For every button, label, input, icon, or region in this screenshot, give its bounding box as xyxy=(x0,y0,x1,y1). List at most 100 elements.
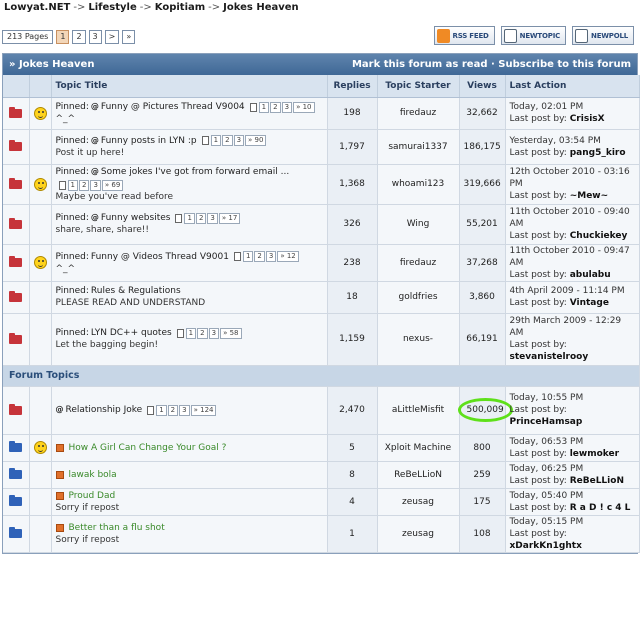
topic-link[interactable]: Funny websites xyxy=(101,212,171,224)
page-count[interactable]: 213 Pages xyxy=(2,30,54,44)
breadcrumb-kopitiam[interactable]: Kopitiam xyxy=(155,2,205,13)
topic-starter[interactable]: nexus- xyxy=(377,313,460,366)
last-action-date[interactable]: Today, 10:55 PM xyxy=(510,392,635,404)
replies-count[interactable]: 1,159 xyxy=(327,313,378,366)
mark-forum-read-link[interactable]: Mark this forum as read xyxy=(352,59,488,70)
last-action-date[interactable]: Today, 06:53 PM xyxy=(510,436,635,448)
topic-link[interactable]: Relationship Joke xyxy=(66,404,143,416)
col-views[interactable]: Views xyxy=(459,75,506,98)
last-action-date[interactable]: Today, 05:15 PM xyxy=(510,516,635,528)
last-action-date[interactable]: 29th March 2009 - 12:29 AM xyxy=(510,315,635,339)
last-poster-link[interactable]: pang5_kiro xyxy=(570,148,626,158)
topic-page-link[interactable]: 3 xyxy=(179,404,190,416)
topic-starter[interactable]: ReBeLLioN xyxy=(377,461,460,489)
replies-count[interactable]: 18 xyxy=(327,281,378,314)
last-action-date[interactable]: Yesterday, 03:54 PM xyxy=(510,135,635,147)
last-poster-link[interactable]: ~Mew~ xyxy=(570,191,608,201)
topic-page-link[interactable]: » 12 xyxy=(277,251,299,262)
last-poster-link[interactable]: R a D ! c 4 L xyxy=(570,503,631,513)
topic-page-link[interactable]: 1 xyxy=(156,404,167,416)
col-last-action[interactable]: Last Action xyxy=(505,75,640,98)
topic-page-link[interactable]: 3 xyxy=(265,251,277,262)
col-replies[interactable]: Replies xyxy=(327,75,378,98)
page-3-link[interactable]: 3 xyxy=(88,30,102,44)
topic-link[interactable]: Rules & Regulations xyxy=(91,285,181,297)
replies-count[interactable]: 5 xyxy=(327,434,378,462)
last-action-date[interactable]: 11th October 2010 - 09:47 AM xyxy=(510,245,635,269)
topic-link[interactable]: Better than a flu shot xyxy=(69,522,165,534)
replies-count[interactable]: 8 xyxy=(327,461,378,489)
replies-count[interactable]: 1 xyxy=(327,515,378,553)
topic-starter[interactable]: firedauz xyxy=(377,97,460,130)
topic-link[interactable]: Proud Dad xyxy=(69,490,116,502)
last-action-date[interactable]: Today, 06:25 PM xyxy=(510,463,635,475)
last-poster-link[interactable]: lewmoker xyxy=(570,449,619,459)
rss-feed-button[interactable]: RSS FEED xyxy=(433,26,495,45)
last-poster-link[interactable]: CrisisX xyxy=(570,114,605,124)
topic-page-link[interactable]: » 17 xyxy=(218,212,241,224)
topic-link[interactable]: Funny @ Pictures Thread V9004 xyxy=(101,101,245,113)
new-topic-button[interactable]: NEWTOPIC xyxy=(500,26,567,45)
replies-count[interactable]: 4 xyxy=(327,488,378,516)
topic-page-link[interactable]: 3 xyxy=(90,179,101,191)
last-poster-link[interactable]: ReBeLLioN xyxy=(570,476,624,486)
topic-page-link[interactable]: » 10 xyxy=(293,101,315,113)
replies-count[interactable]: 238 xyxy=(327,244,378,282)
last-poster-link[interactable]: Chuckiekey xyxy=(570,231,628,241)
topic-link[interactable]: Funny posts in LYN :p xyxy=(101,135,197,147)
last-poster-link[interactable]: Vintage xyxy=(570,298,609,308)
last-action-date[interactable]: Today, 02:01 PM xyxy=(510,101,635,113)
topic-page-link[interactable]: 2 xyxy=(195,212,207,224)
topic-page-link[interactable]: 1 xyxy=(184,212,195,224)
topic-page-link[interactable]: 2 xyxy=(78,179,90,191)
topic-page-link[interactable]: 1 xyxy=(258,101,270,113)
replies-count[interactable]: 2,470 xyxy=(327,386,378,435)
topic-link[interactable]: LYN DC++ quotes xyxy=(91,327,172,339)
topic-link[interactable]: Some jokes I've got from forward email .… xyxy=(101,166,289,178)
last-action-date[interactable]: 4th April 2009 - 11:14 PM xyxy=(510,285,635,297)
topic-link[interactable]: How A Girl Can Change Your Goal ? xyxy=(69,442,227,454)
breadcrumb-lowyat[interactable]: Lowyat.NET xyxy=(4,2,70,13)
topic-starter[interactable]: Xploit Machine xyxy=(377,434,460,462)
topic-starter[interactable]: firedauz xyxy=(377,244,460,282)
last-page-button[interactable]: » xyxy=(122,30,136,44)
topic-page-link[interactable]: 2 xyxy=(270,101,281,113)
subscribe-forum-link[interactable]: Subscribe to this forum xyxy=(498,59,631,70)
topic-page-link[interactable]: » 69 xyxy=(101,179,124,191)
topic-link[interactable]: lawak bola xyxy=(69,469,117,481)
replies-count[interactable]: 326 xyxy=(327,204,378,245)
topic-page-link[interactable]: 2 xyxy=(167,404,179,416)
topic-starter[interactable]: zeusag xyxy=(377,488,460,516)
replies-count[interactable]: 1,797 xyxy=(327,129,378,165)
topic-page-link[interactable]: 1 xyxy=(67,179,78,191)
last-poster-link[interactable]: stevanistelrooy xyxy=(510,352,589,362)
topic-link[interactable]: Funny @ Videos Thread V9001 xyxy=(91,251,229,263)
topic-page-link[interactable]: » 124 xyxy=(190,404,217,416)
col-topic-title[interactable]: Topic Title xyxy=(51,75,328,98)
topic-page-link[interactable]: 3 xyxy=(233,135,245,146)
topic-starter[interactable]: zeusag xyxy=(377,515,460,553)
breadcrumb-lifestyle[interactable]: Lifestyle xyxy=(88,2,136,13)
topic-page-link[interactable]: 1 xyxy=(242,251,254,262)
topic-starter[interactable]: samurai1337 xyxy=(377,129,460,165)
breadcrumb-jokes-heaven[interactable]: Jokes Heaven xyxy=(223,2,299,13)
last-action-date[interactable]: 11th October 2010 - 09:40 AM xyxy=(510,206,635,230)
topic-page-link[interactable]: 1 xyxy=(185,327,197,339)
topic-page-link[interactable]: 3 xyxy=(207,212,218,224)
last-action-date[interactable]: Today, 05:40 PM xyxy=(510,490,635,502)
topic-page-link[interactable]: 2 xyxy=(222,135,233,146)
topic-page-link[interactable]: 2 xyxy=(197,327,208,339)
next-page-button[interactable]: > xyxy=(104,30,120,44)
last-action-date[interactable]: 12th October 2010 - 03:16 PM xyxy=(510,166,635,190)
last-poster-link[interactable]: PrinceHamsap xyxy=(510,417,583,427)
topic-page-link[interactable]: 2 xyxy=(254,251,265,262)
topic-page-link[interactable]: 3 xyxy=(281,101,293,113)
topic-page-link[interactable]: » 58 xyxy=(220,327,242,339)
topic-page-link[interactable]: 3 xyxy=(208,327,220,339)
topic-page-link[interactable]: » 90 xyxy=(245,135,267,146)
page-2-link[interactable]: 2 xyxy=(72,30,86,44)
new-poll-button[interactable]: NEWPOLL xyxy=(572,26,634,45)
topic-starter[interactable]: whoami123 xyxy=(377,164,460,205)
replies-count[interactable]: 1,368 xyxy=(327,164,378,205)
last-poster-link[interactable]: xDarkKn1ghtx xyxy=(510,541,582,551)
